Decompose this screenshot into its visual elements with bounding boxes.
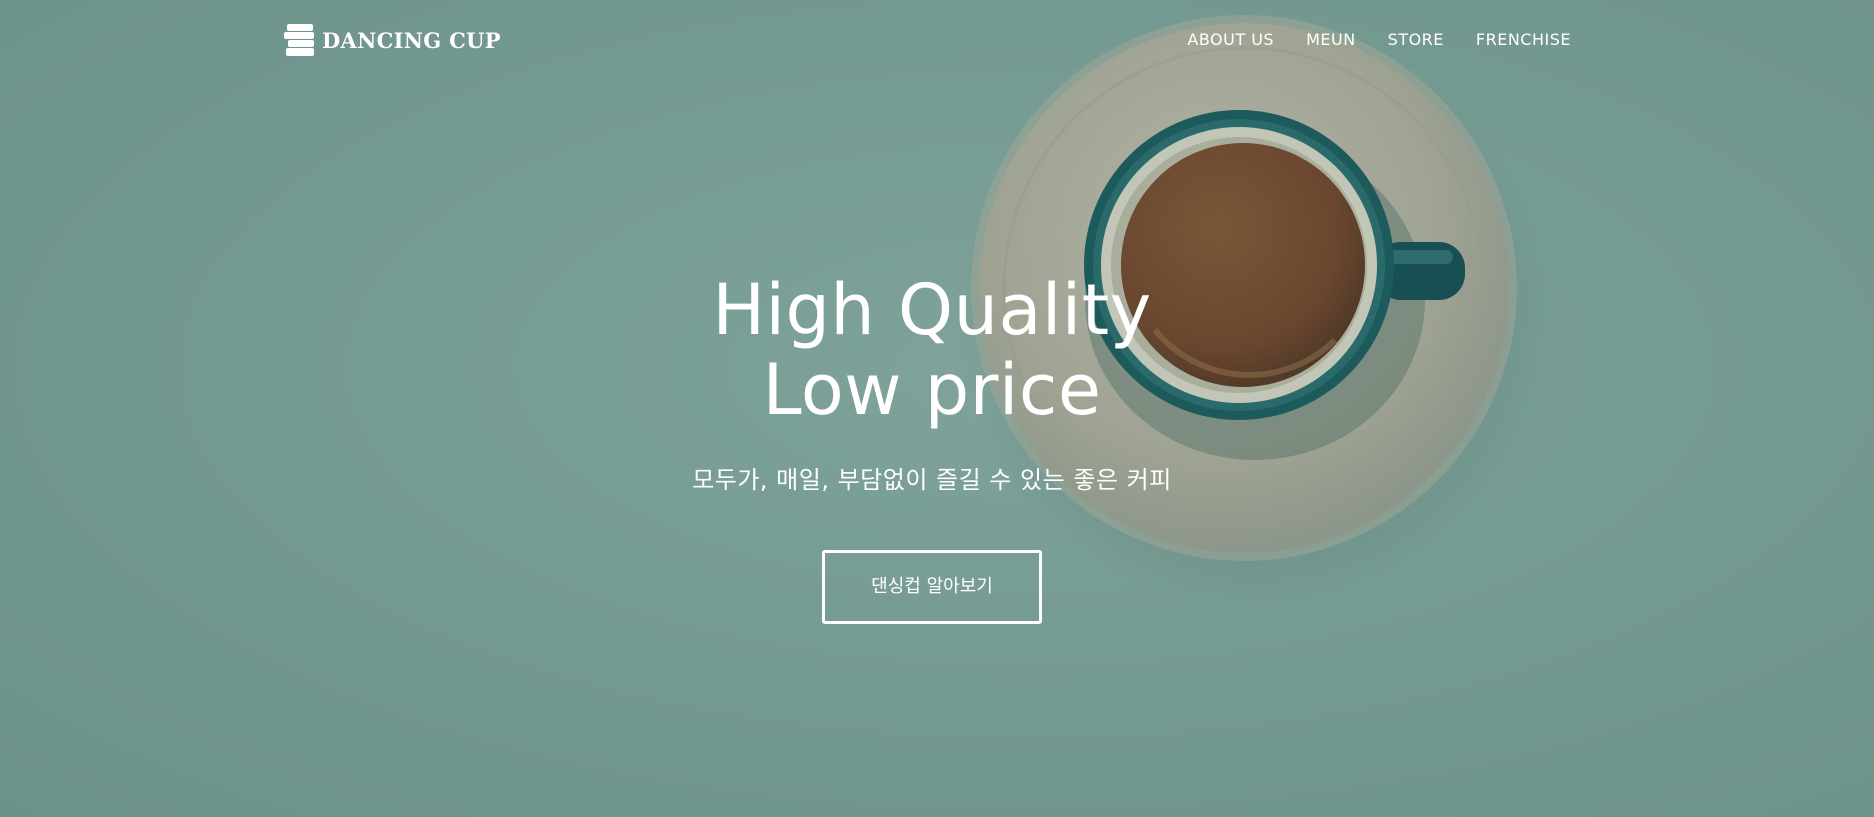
site-header: DANCING CUP ABOUT US MEUN STORE FRENCHIS… bbox=[0, 0, 1874, 80]
headline-line-1: High Quality bbox=[712, 269, 1152, 351]
hero-section: DANCING CUP ABOUT US MEUN STORE FRENCHIS… bbox=[0, 0, 1874, 817]
main-nav: ABOUT US MEUN STORE FRENCHISE bbox=[1187, 30, 1571, 49]
learn-more-button[interactable]: 댄싱컵 알아보기 bbox=[822, 550, 1042, 624]
hero-subtitle: 모두가, 매일, 부담없이 즐길 수 있는 좋은 커피 bbox=[692, 466, 1172, 494]
brand-name: DANCING CUP bbox=[322, 27, 501, 53]
nav-item-menu[interactable]: MEUN bbox=[1306, 30, 1356, 49]
nav-item-store[interactable]: STORE bbox=[1388, 30, 1444, 49]
hero-headline: High Quality Low price bbox=[0, 270, 1864, 430]
headline-line-2: Low price bbox=[762, 349, 1102, 431]
brand-logo[interactable]: DANCING CUP bbox=[284, 22, 501, 58]
stacked-cups-icon bbox=[284, 24, 314, 56]
hero-content: High Quality Low price 모두가, 매일, 부담없이 즐길 … bbox=[0, 270, 1864, 624]
nav-item-about-us[interactable]: ABOUT US bbox=[1187, 30, 1274, 49]
nav-item-franchise[interactable]: FRENCHISE bbox=[1476, 30, 1571, 49]
